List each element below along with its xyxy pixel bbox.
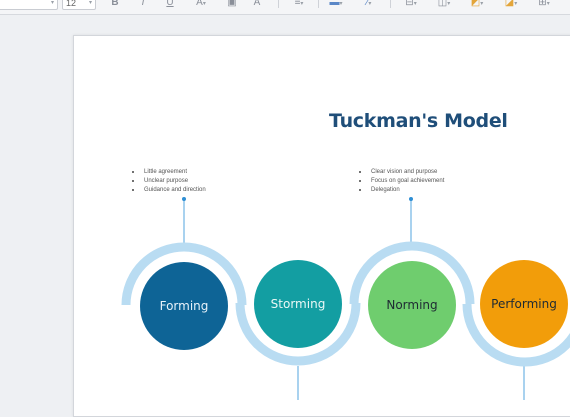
connector-dot-norming — [409, 197, 413, 201]
stage-label: Performing — [491, 297, 557, 311]
stage-label: Forming — [159, 299, 209, 313]
stage-forming[interactable]: Forming — [140, 262, 228, 350]
note-item: Little agreement — [130, 168, 206, 177]
stage-label: Norming — [386, 298, 438, 312]
diagram-title-text: Tuckman's Model — [329, 110, 508, 132]
stage-storming[interactable]: Storming — [254, 260, 342, 348]
stage-norming[interactable]: Norming — [368, 261, 456, 349]
note-item: Guidance and direction — [130, 186, 206, 195]
stage-label: Storming — [270, 297, 326, 311]
note-item: Unclear purpose — [130, 177, 206, 186]
notes-list-forming: Little agreement Unclear purpose Guidanc… — [130, 168, 206, 195]
note-item: Clear vision and purpose — [357, 168, 444, 177]
stage-performing[interactable]: Performing — [480, 260, 568, 348]
note-item: Focus on goal achievement — [357, 177, 444, 186]
note-item: Delegation — [357, 186, 444, 195]
notes-list-norming: Clear vision and purpose Focus on goal a… — [357, 168, 444, 195]
connector-dot-forming — [182, 197, 186, 201]
